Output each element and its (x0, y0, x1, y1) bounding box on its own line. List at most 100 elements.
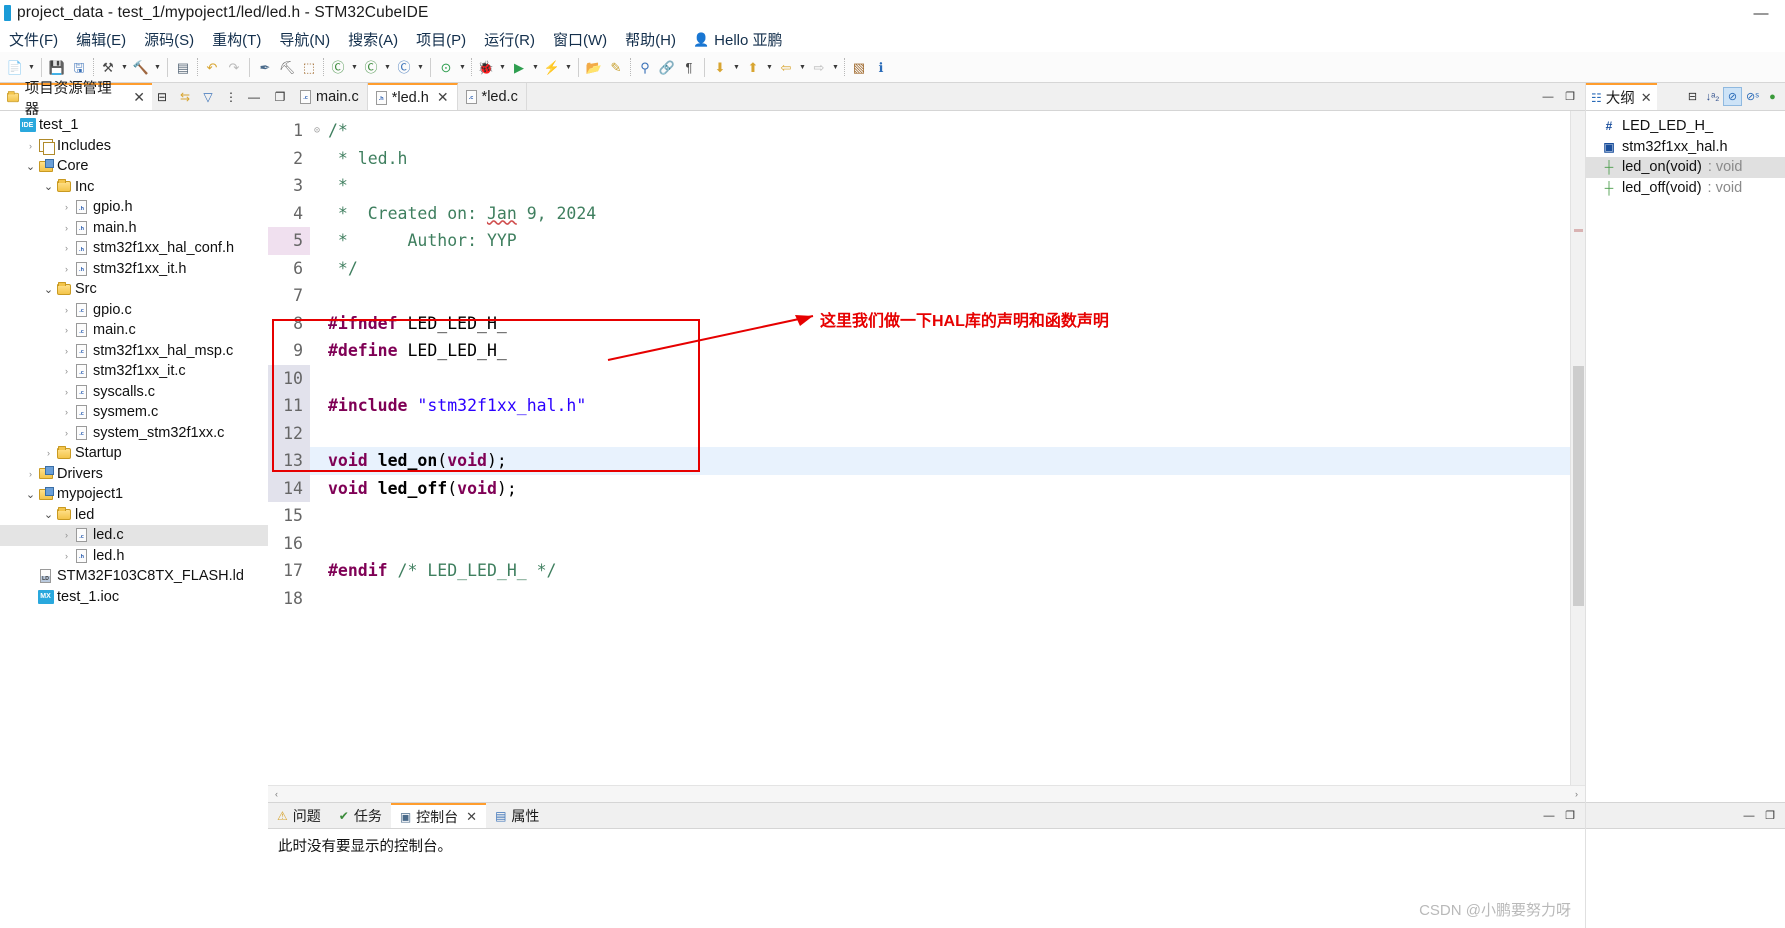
chevron-right-icon[interactable]: › (60, 223, 73, 233)
chevron-right-icon[interactable]: › (60, 202, 73, 212)
chevron-down-icon[interactable]: ⌄ (42, 283, 55, 296)
chevron-down-icon[interactable]: ▼ (764, 55, 775, 79)
info-button[interactable]: ℹ (870, 55, 892, 79)
chevron-right-icon[interactable]: › (60, 325, 73, 335)
tab-project-explorer[interactable]: 项目资源管理器 ✕ (0, 81, 152, 118)
chevron-right-icon[interactable]: › (60, 264, 73, 274)
new-c-project-button[interactable]: Ⓒ (327, 55, 349, 79)
code-content[interactable]: 1 ⊝/* 2 * led.h 3 * 4 * Created on: Jan 9, 2… (268, 111, 1570, 612)
code-line-17[interactable]: 17 #endif /* LED_LED_H_ */ (268, 557, 1570, 585)
tree-item-sysmem-c[interactable]: › .c sysmem.c (0, 402, 268, 423)
new-source-file-button[interactable]: Ⓒ (393, 55, 415, 79)
sort-icon[interactable]: ↓ᵃ₂ (1703, 87, 1722, 106)
close-icon[interactable]: ✕ (1641, 90, 1652, 106)
maximize-console-icon[interactable]: ❐ (1561, 807, 1579, 825)
tab-outline[interactable]: ☷ 大纲 ✕ (1586, 83, 1657, 110)
paragraph-button[interactable]: ¶ (678, 55, 700, 79)
tree-item-main-h[interactable]: › .h main.h (0, 218, 268, 239)
run-button[interactable]: ▶ (508, 55, 530, 79)
code-line-11[interactable]: 11 #include "stm32f1xx_hal.h" (268, 392, 1570, 420)
view-filter-icon[interactable]: ▽ (198, 87, 218, 107)
tree-item-gpio-c[interactable]: › .c gpio.c (0, 300, 268, 321)
save-all-button[interactable]: 🖫 (68, 55, 90, 79)
tree-item-stm32f1xx-it-h[interactable]: › .h stm32f1xx_it.h (0, 259, 268, 280)
chevron-right-icon[interactable]: › (60, 243, 73, 253)
restore-editor-icon[interactable]: ❐ (268, 83, 292, 110)
breakpoint-button[interactable]: ⛏ (276, 55, 298, 79)
minimize-view-icon[interactable]: — (244, 87, 264, 107)
outline-item-1[interactable]: ▣ stm32f1xx_hal.h (1586, 137, 1785, 158)
scroll-left-icon[interactable]: ‹ (268, 787, 285, 802)
close-icon[interactable]: ✕ (437, 89, 449, 106)
debug-as-button[interactable]: ⚡ (541, 55, 563, 79)
hide-nonpublic-icon[interactable]: ● (1763, 87, 1782, 106)
chevron-down-icon[interactable]: ▼ (382, 55, 393, 79)
forward-button[interactable]: ⇨ (808, 55, 830, 79)
close-icon[interactable]: ✕ (133, 89, 145, 106)
chevron-down-icon[interactable]: ▼ (415, 55, 426, 79)
chevron-right-icon[interactable]: › (24, 141, 37, 151)
maximize-outline-icon[interactable]: ❐ (1761, 807, 1779, 825)
scroll-right-icon[interactable]: › (1568, 787, 1585, 802)
code-line-15[interactable]: 15 (268, 502, 1570, 530)
code-line-3[interactable]: 3 * (268, 172, 1570, 200)
minimize-window-button[interactable]: — (1743, 2, 1779, 26)
collapse-all-icon[interactable]: ⊟ (152, 87, 172, 107)
minimize-console-icon[interactable]: — (1540, 807, 1558, 825)
hide-fields-icon[interactable]: ⊘ (1723, 87, 1742, 106)
chevron-right-icon[interactable]: › (24, 469, 37, 479)
editor-tab-led.h[interactable]: .h *led.h ✕ (367, 83, 458, 110)
tree-item-syscalls-c[interactable]: › .c syscalls.c (0, 382, 268, 403)
outline-item-2[interactable]: ┼ led_on(void) : void (1586, 157, 1785, 178)
code-line-9[interactable]: 9 #define LED_LED_H_ (268, 337, 1570, 365)
console-tab-2[interactable]: ▣ 控制台 ✕ (390, 803, 487, 828)
close-icon[interactable]: ✕ (466, 809, 477, 825)
chevron-right-icon[interactable]: › (60, 366, 73, 376)
tree-item-gpio-h[interactable]: › .h gpio.h (0, 197, 268, 218)
new-cpp-class-button[interactable]: Ⓒ (360, 55, 382, 79)
console-tab-3[interactable]: ▤ 属性 (486, 803, 549, 828)
chevron-right-icon[interactable]: › (60, 407, 73, 417)
editor-horizontal-scrollbar[interactable]: ‹ › (268, 785, 1585, 802)
chevron-right-icon[interactable]: › (60, 305, 73, 315)
pencil-button[interactable]: ✎ (605, 55, 627, 79)
minimize-editor-icon[interactable]: — (1539, 88, 1557, 106)
debug-button[interactable]: 🐞 (475, 55, 497, 79)
chevron-down-icon[interactable]: ▼ (497, 55, 508, 79)
code-editor[interactable]: 1 ⊝/* 2 * led.h 3 * 4 * Created on: Jan 9, 2… (268, 111, 1585, 785)
chevron-down-icon[interactable]: ▼ (530, 55, 541, 79)
tree-item-core[interactable]: ⌄ Core (0, 156, 268, 177)
menu-item-0[interactable]: 文件(F) (0, 27, 67, 52)
search-button[interactable]: ⚲ (634, 55, 656, 79)
outline-item-0[interactable]: # LED_LED_H_ (1586, 116, 1785, 137)
chevron-down-icon[interactable]: ▼ (731, 55, 742, 79)
new-button[interactable]: 📄 (4, 55, 26, 79)
code-line-16[interactable]: 16 (268, 530, 1570, 558)
collapse-all-icon[interactable]: ⊟ (1683, 87, 1702, 106)
code-line-4[interactable]: 4 * Created on: Jan 9, 2024 (268, 200, 1570, 228)
editor-tab-main.c[interactable]: .c main.c (292, 83, 368, 110)
pin-editor-button[interactable]: ▧ (848, 55, 870, 79)
tree-item-includes[interactable]: › Includes (0, 136, 268, 157)
tree-item-led-h[interactable]: › .h led.h (0, 546, 268, 567)
outline-list[interactable]: # LED_LED_H_ ▣ stm32f1xx_hal.h ┼ led_on(void)… (1586, 111, 1785, 802)
tree-item-led[interactable]: ⌄ led (0, 505, 268, 526)
editor-scroll-thumb[interactable] (1573, 366, 1584, 606)
chevron-down-icon[interactable]: ▼ (830, 55, 841, 79)
prev-annotation-button[interactable]: ⬆ (742, 55, 764, 79)
code-line-10[interactable]: 10 (268, 364, 1570, 392)
chevron-down-icon[interactable]: ▼ (349, 55, 360, 79)
code-line-1[interactable]: 1 ⊝/* (268, 117, 1570, 145)
code-line-12[interactable]: 12 (268, 419, 1570, 447)
chevron-right-icon[interactable]: › (42, 448, 55, 458)
code-line-18[interactable]: 18 (268, 585, 1570, 613)
chevron-down-icon[interactable]: ▼ (119, 55, 130, 79)
chevron-down-icon[interactable]: ⌄ (42, 508, 55, 521)
chevron-right-icon[interactable]: › (60, 346, 73, 356)
next-annotation-button[interactable]: ⬇ (709, 55, 731, 79)
tree-item-inc[interactable]: ⌄ Inc (0, 177, 268, 198)
menu-item-1[interactable]: 编辑(E) (67, 27, 135, 52)
run-config-button[interactable]: ⊙ (435, 55, 457, 79)
tree-item-drivers[interactable]: › Drivers (0, 464, 268, 485)
debug-skip-button[interactable]: ✒ (254, 55, 276, 79)
